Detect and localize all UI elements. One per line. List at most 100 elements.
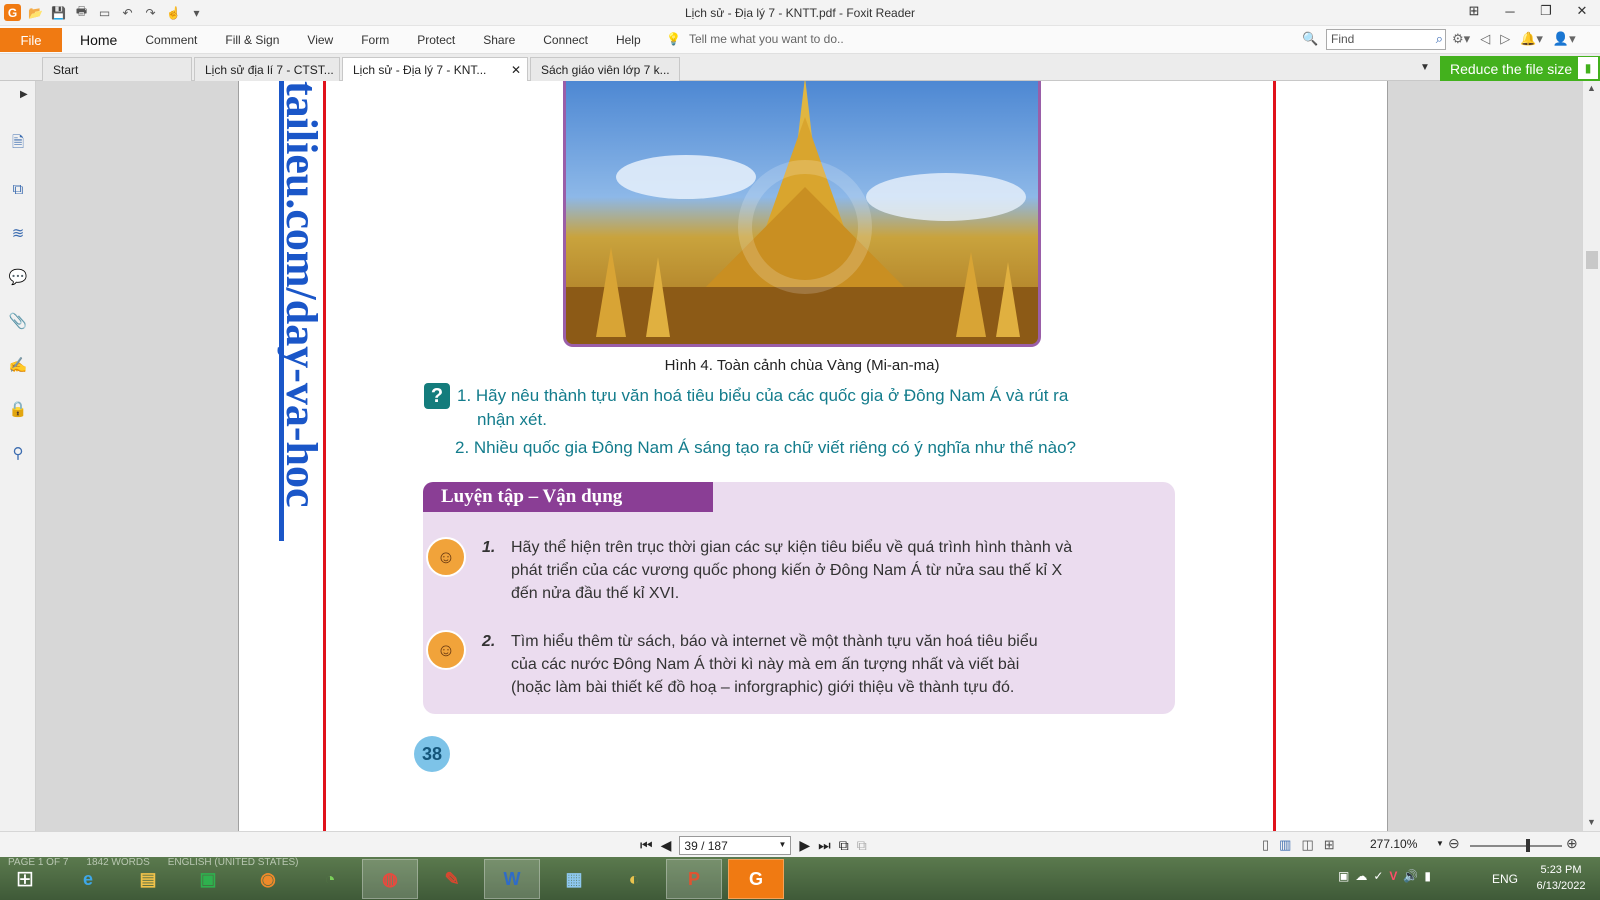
chevron-down-icon[interactable]: ▼ <box>778 840 786 849</box>
facing-page-icon[interactable]: ◫ <box>1301 837 1313 853</box>
zoom-slider[interactable] <box>1470 845 1562 847</box>
powerpoint-icon[interactable]: P <box>666 859 722 899</box>
menu-form[interactable]: Form <box>347 33 403 47</box>
reduce-file-size-button[interactable]: Reduce the file size ▮ <box>1440 56 1600 81</box>
paint-icon[interactable]: ✎ <box>424 859 480 899</box>
last-page-icon[interactable]: ⏭ <box>818 837 831 854</box>
lightbulb-icon: 💡 <box>666 32 681 46</box>
practice-item-1-number: 1. <box>482 539 496 556</box>
paint3d-icon[interactable]: ◐ <box>606 859 662 899</box>
find-folder-icon[interactable]: 🔍 <box>1302 31 1318 47</box>
layout-icon[interactable]: ⊞ <box>1456 0 1492 22</box>
previous-view-icon[interactable]: ⧉ <box>839 837 849 854</box>
question-2: 2. Nhiều quốc gia Đông Nam Á sáng tạo ra… <box>455 438 1076 457</box>
tray-check-icon[interactable]: ✓ <box>1373 869 1383 883</box>
zoom-dropdown-icon[interactable]: ▼ <box>1436 839 1444 848</box>
menu-protect[interactable]: Protect <box>403 33 469 47</box>
input-language[interactable]: ENG <box>1492 872 1518 886</box>
zoom-level[interactable]: 277.10% <box>1370 837 1417 851</box>
file-compress-icon: ▮ <box>1578 57 1598 79</box>
close-tab-icon[interactable]: ✕ <box>511 63 521 77</box>
continuous-page-icon[interactable]: ▥ <box>1279 837 1291 853</box>
attachment-icon[interactable]: 📎 <box>7 310 29 332</box>
windows-start-icon[interactable]: ⊞ <box>10 865 40 893</box>
menu-connect[interactable]: Connect <box>529 33 602 47</box>
zoom-in-icon[interactable]: ⊕ <box>1566 835 1578 852</box>
student-avatar-icon: ☺ <box>426 630 466 670</box>
tell-me-box[interactable]: 💡 Tell me what you want to do.. <box>666 32 844 46</box>
menu-help[interactable]: Help <box>602 33 655 47</box>
coccoc-icon[interactable]: ◔ <box>302 859 358 899</box>
foxit-pdf-icon[interactable]: G <box>728 859 784 899</box>
navigation-panel: ▶ 🗎 ⧉ ≋ 💬 📎 ✍ 🔒 ⚲ <box>0 81 36 831</box>
tab-label: Start <box>53 63 79 77</box>
comments-icon[interactable]: 💬 <box>7 266 29 288</box>
layers-icon[interactable]: ≋ <box>7 222 29 244</box>
restore-button[interactable]: ❐ <box>1528 0 1564 22</box>
find-input[interactable]: Find ⌕ <box>1326 29 1446 50</box>
firefox-icon[interactable]: ◉ <box>240 859 296 899</box>
store-icon[interactable]: ▣ <box>180 859 236 899</box>
bell-icon[interactable]: 🔔▾ <box>1520 31 1543 47</box>
vertical-scrollbar[interactable]: ▲ ▼ <box>1582 81 1600 831</box>
network-icon[interactable]: ▮ <box>1424 869 1431 883</box>
back-arrow-icon[interactable]: ◁ <box>1480 31 1490 47</box>
question-1-line-2: nhận xét. <box>477 410 547 429</box>
continuous-facing-icon[interactable]: ⊞ <box>1324 837 1335 853</box>
practice-item-1-line: đến nửa đầu thế kỉ XVI. <box>511 585 680 602</box>
zoom-out-icon[interactable]: ⊖ <box>1448 835 1460 852</box>
menu-home[interactable]: Home <box>66 32 131 48</box>
scroll-up-icon[interactable]: ▲ <box>1587 83 1596 93</box>
tab-doc-1[interactable]: Lịch sử địa lí 7 - CTST... <box>194 57 340 81</box>
right-margin-line <box>1273 81 1276 831</box>
scroll-down-icon[interactable]: ▼ <box>1587 817 1596 827</box>
tray-v-icon[interactable]: V <box>1389 869 1397 883</box>
menu-comment[interactable]: Comment <box>131 33 211 47</box>
tab-doc-3[interactable]: Sách giáo viên lớp 7 k... <box>530 57 680 81</box>
chrome-icon[interactable]: ◍ <box>362 859 418 899</box>
zoom-slider-knob[interactable] <box>1526 839 1530 852</box>
minimize-button[interactable]: ─ <box>1492 0 1528 22</box>
volume-icon[interactable]: 🔊 <box>1403 869 1418 883</box>
system-tray: ▣ ☁ ✓ V 🔊 ▮ <box>1338 869 1431 883</box>
user-icon[interactable]: 👤▾ <box>1553 31 1576 47</box>
title-bar: G 📂 💾 🖶 ▭ ↶ ↷ ☝ ▾ Lịch sử - Địa lý 7 - K… <box>0 0 1600 26</box>
tab-start[interactable]: Start <box>42 57 192 81</box>
tab-doc-active[interactable]: Lịch sử - Địa lý 7 - KNT... ✕ <box>342 57 528 81</box>
search-tool-icon[interactable]: ⚲ <box>7 442 29 464</box>
next-view-icon[interactable]: ⧉ <box>857 837 867 854</box>
previous-page-icon[interactable]: ◀ <box>661 837 672 854</box>
ie-icon[interactable]: e <box>60 859 116 899</box>
file-explorer-icon[interactable]: ▤ <box>120 859 176 899</box>
tray-cloud-icon[interactable]: ☁ <box>1355 869 1367 883</box>
next-page-icon[interactable]: ▶ <box>799 837 810 854</box>
page-number-field[interactable]: 39 / 187 ▼ <box>679 836 792 855</box>
document-tabs: Start Lịch sử địa lí 7 - CTST... Lịch sử… <box>0 54 1600 81</box>
question-1-line-1: 1. Hãy nêu thành tựu văn hoá tiêu biểu c… <box>457 386 1069 405</box>
close-button[interactable]: ✕ <box>1564 0 1600 22</box>
bookmark-icon[interactable]: 🗎 <box>7 133 29 155</box>
tray-app-icon[interactable]: ▣ <box>1338 869 1349 883</box>
tab-list-dropdown-icon[interactable]: ▼ <box>1420 62 1430 73</box>
scroll-thumb[interactable] <box>1586 251 1598 269</box>
single-page-icon[interactable]: ▯ <box>1262 837 1269 853</box>
practice-item-1-line: phát triển của các vương quốc phong kiến… <box>511 562 1063 579</box>
file-menu-button[interactable]: File <box>0 28 62 52</box>
menu-view[interactable]: View <box>293 33 347 47</box>
word-icon[interactable]: W <box>484 859 540 899</box>
practice-item-2-line: của các nước Đông Nam Á thời kì này mà e… <box>511 656 1020 673</box>
menu-fill-sign[interactable]: Fill & Sign <box>211 33 293 47</box>
pages-icon[interactable]: ⧉ <box>7 178 29 200</box>
expand-panel-icon[interactable]: ▶ <box>20 89 28 100</box>
forward-arrow-icon[interactable]: ▷ <box>1500 31 1510 47</box>
menu-share[interactable]: Share <box>469 33 529 47</box>
search-icon[interactable]: ⌕ <box>1436 31 1443 47</box>
photos-icon[interactable]: ▦ <box>546 859 602 899</box>
settings-gear-icon[interactable]: ⚙▾ <box>1452 31 1470 47</box>
practice-item-2-number: 2. <box>482 633 496 650</box>
lock-icon[interactable]: 🔒 <box>7 398 29 420</box>
signature-icon[interactable]: ✍ <box>7 354 29 376</box>
system-clock[interactable]: 5:23 PM 6/13/2022 <box>1526 862 1596 894</box>
first-page-icon[interactable]: ⏮ <box>640 837 653 854</box>
document-viewport[interactable]: tailieu.com/day-va-hoc Hình 4. Toàn cảnh… <box>36 81 1586 831</box>
